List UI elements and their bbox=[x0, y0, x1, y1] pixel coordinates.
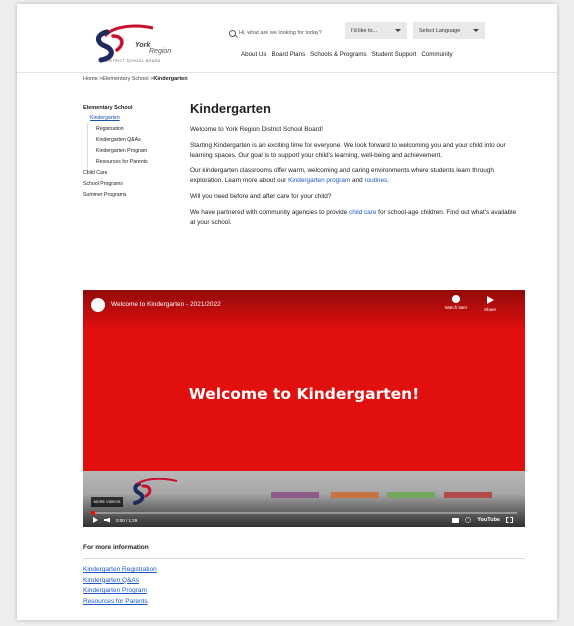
paragraph-starting: Starting Kindergarten is an exciting tim… bbox=[190, 141, 506, 159]
routines-link[interactable]: routines bbox=[364, 177, 387, 184]
intro-paragraph: Welcome to York Region District School B… bbox=[190, 126, 324, 133]
search-placeholder: Hi, what are we looking for today? bbox=[239, 30, 322, 36]
link-resources-for-parents[interactable]: Resources for Parents bbox=[83, 598, 157, 605]
fullscreen-icon[interactable] bbox=[506, 517, 513, 523]
share-button[interactable]: Share bbox=[479, 295, 501, 312]
sidebar: Elementary School Kindergarten Registrat… bbox=[83, 105, 183, 203]
breadcrumb: Home >Elementary School >Kindergarten bbox=[83, 76, 188, 82]
language-dropdown[interactable]: Select Language bbox=[413, 22, 485, 39]
sidebar-item-kindergarten-qas[interactable]: Kindergarten Q&As bbox=[96, 137, 183, 143]
progress-handle[interactable] bbox=[91, 511, 95, 515]
id-like-to-dropdown[interactable]: I'd like to... bbox=[345, 22, 407, 39]
video-player[interactable]: Welcome to Kindergarten - 2021/2022 Watc… bbox=[83, 290, 525, 527]
breadcrumb-current: Kindergarten bbox=[153, 76, 188, 82]
sidebar-item-child-care[interactable]: Child Care bbox=[83, 170, 183, 176]
share-icon bbox=[486, 296, 494, 304]
sidebar-item-resources-for-parents[interactable]: Resources for Parents bbox=[96, 159, 183, 165]
paragraph-classrooms: Our kindergarten classrooms offer warm, … bbox=[190, 166, 520, 186]
video-controls-right: YouTube bbox=[452, 516, 513, 524]
video-progress-bar[interactable] bbox=[91, 511, 517, 515]
gear-icon[interactable] bbox=[465, 517, 472, 523]
nav-board-plans[interactable]: Board Plans bbox=[271, 51, 305, 58]
color-bar-orange bbox=[331, 492, 379, 498]
more-info-links: Kindergarten Registration Kindergarten Q… bbox=[83, 566, 157, 608]
top-nav: About Us Board Plans Schools & Programs … bbox=[241, 51, 453, 58]
chevron-down-icon bbox=[473, 29, 479, 32]
link-kindergarten-qas[interactable]: Kindergarten Q&As bbox=[83, 577, 157, 584]
main-content: Kindergarten Welcome to York Region Dist… bbox=[190, 101, 520, 233]
watch-later-button[interactable]: Watch later bbox=[443, 295, 469, 310]
nav-student-support[interactable]: Student Support bbox=[372, 51, 417, 58]
page: York Region DISTRICT SCHOOL BOARD Hi, wh… bbox=[17, 4, 557, 620]
nav-about-us[interactable]: About Us bbox=[241, 51, 266, 58]
sidebar-item-kindergarten-program[interactable]: Kindergarten Program bbox=[96, 148, 183, 154]
text: . bbox=[387, 177, 389, 185]
more-info-heading: For more information bbox=[83, 544, 149, 551]
sidebar-item-summer-programs[interactable]: Summer Programs bbox=[83, 192, 183, 198]
more-info-divider bbox=[83, 558, 525, 559]
share-label: Share bbox=[483, 307, 496, 312]
play-icon[interactable] bbox=[93, 517, 98, 523]
captions-icon[interactable] bbox=[452, 517, 460, 523]
link-kindergarten-program[interactable]: Kindergarten Program bbox=[83, 587, 157, 594]
video-title[interactable]: Welcome to Kindergarten - 2021/2022 bbox=[111, 301, 221, 308]
language-label: Select Language bbox=[419, 27, 461, 34]
paragraph-partners: We have partnered with community agencie… bbox=[190, 208, 520, 228]
text: We have partnered with community agencie… bbox=[190, 208, 350, 216]
video-controls-left: 0:00 / 1:29 bbox=[93, 516, 137, 524]
color-bar-red bbox=[444, 492, 492, 498]
chevron-down-icon bbox=[395, 29, 401, 32]
kindergarten-program-link[interactable]: Kindergarten program bbox=[288, 177, 350, 184]
text: and bbox=[350, 177, 365, 185]
header-divider bbox=[17, 72, 557, 73]
yrdsb-watermark-logo bbox=[133, 478, 178, 505]
color-bar-purple bbox=[271, 492, 319, 498]
logo-sub: DISTRICT SCHOOL BOARD bbox=[105, 59, 161, 63]
paragraph-care-question: Will you need before and after care for … bbox=[190, 192, 332, 200]
search-input[interactable]: Hi, what are we looking for today? bbox=[229, 26, 339, 40]
breadcrumb-home[interactable]: Home bbox=[83, 76, 98, 82]
video-frame-text: Welcome to Kindergarten! bbox=[188, 385, 420, 403]
volume-icon[interactable] bbox=[104, 517, 110, 523]
sidebar-item-kindergarten[interactable]: Kindergarten bbox=[90, 115, 183, 121]
color-bar-green bbox=[387, 492, 435, 498]
watch-later-label: Watch later bbox=[444, 305, 468, 310]
youtube-logo[interactable]: YouTube bbox=[477, 517, 500, 523]
sidebar-heading[interactable]: Elementary School bbox=[83, 105, 183, 111]
video-time: 0:00 / 1:29 bbox=[116, 517, 138, 523]
logo-region: Region bbox=[149, 48, 172, 55]
sidebar-item-registration[interactable]: Registration bbox=[96, 126, 183, 132]
nav-schools-programs[interactable]: Schools & Programs bbox=[310, 51, 366, 58]
channel-avatar[interactable] bbox=[91, 298, 105, 312]
nav-community[interactable]: Community bbox=[421, 51, 452, 58]
clock-icon bbox=[452, 295, 460, 303]
search-icon bbox=[229, 29, 236, 37]
link-kindergarten-registration[interactable]: Kindergarten Registration bbox=[83, 566, 157, 573]
page-title: Kindergarten bbox=[190, 101, 271, 116]
more-videos-button[interactable]: MORE VIDEOS bbox=[91, 497, 123, 507]
breadcrumb-elementary[interactable]: Elementary School bbox=[102, 76, 148, 82]
child-care-link[interactable]: child care bbox=[349, 209, 376, 216]
sidebar-item-school-programs[interactable]: School Programs bbox=[83, 181, 183, 187]
id-like-to-label: I'd like to... bbox=[351, 27, 378, 34]
